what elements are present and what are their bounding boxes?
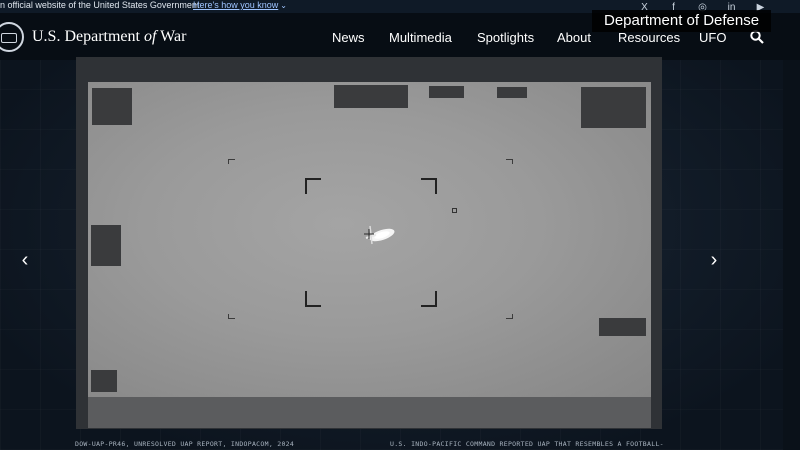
official-site-text: n official website of the United States … (0, 0, 200, 10)
nav-ufo[interactable]: UFO (699, 30, 726, 45)
redaction-block (91, 370, 117, 392)
main-nav: News Multimedia Spotlights About Resourc… (0, 30, 800, 46)
image-description-caption: U.S. INDO-PACIFIC COMMAND REPORTED UAP T… (390, 440, 664, 448)
nav-news[interactable]: News (332, 30, 365, 45)
carousel-prev-button[interactable]: ‹ (14, 249, 36, 271)
broadcast-source-tag: Department of Defense (592, 10, 772, 32)
reticle-tick (506, 159, 513, 164)
reticle-corner (421, 291, 437, 307)
image-id-caption: DOW-UAP-PR46, UNRESOLVED UAP REPORT, IND… (75, 440, 295, 448)
reticle-corner (305, 178, 321, 194)
reticle-corner (305, 291, 321, 307)
redaction-block (92, 88, 132, 125)
redaction-block (91, 225, 121, 266)
nav-resources[interactable]: Resources (618, 30, 680, 45)
redaction-block (429, 86, 464, 98)
redaction-block (599, 318, 646, 336)
heres-how-you-know-link[interactable]: Here's how you know ⌄ (193, 0, 287, 11)
right-edge-panel (783, 60, 800, 450)
reticle-corner (421, 178, 437, 194)
how-link-label: Here's how you know (193, 0, 279, 10)
redaction-block (497, 87, 527, 98)
redaction-block (334, 85, 408, 108)
nav-multimedia[interactable]: Multimedia (389, 30, 452, 45)
reticle-tick (506, 314, 513, 319)
reticle-tick (228, 159, 235, 164)
target-marker (452, 208, 457, 213)
carousel-next-button[interactable]: › (703, 249, 725, 271)
nav-spotlights[interactable]: Spotlights (477, 30, 534, 45)
infrared-feed-image (88, 82, 651, 397)
reticle-tick (228, 314, 235, 319)
search-icon[interactable] (750, 30, 764, 44)
uap-object (364, 225, 395, 245)
nav-about[interactable]: About (557, 30, 591, 45)
redaction-block (581, 87, 646, 128)
chevron-down-icon: ⌄ (280, 1, 287, 10)
feed-bottom-bar (88, 397, 651, 428)
